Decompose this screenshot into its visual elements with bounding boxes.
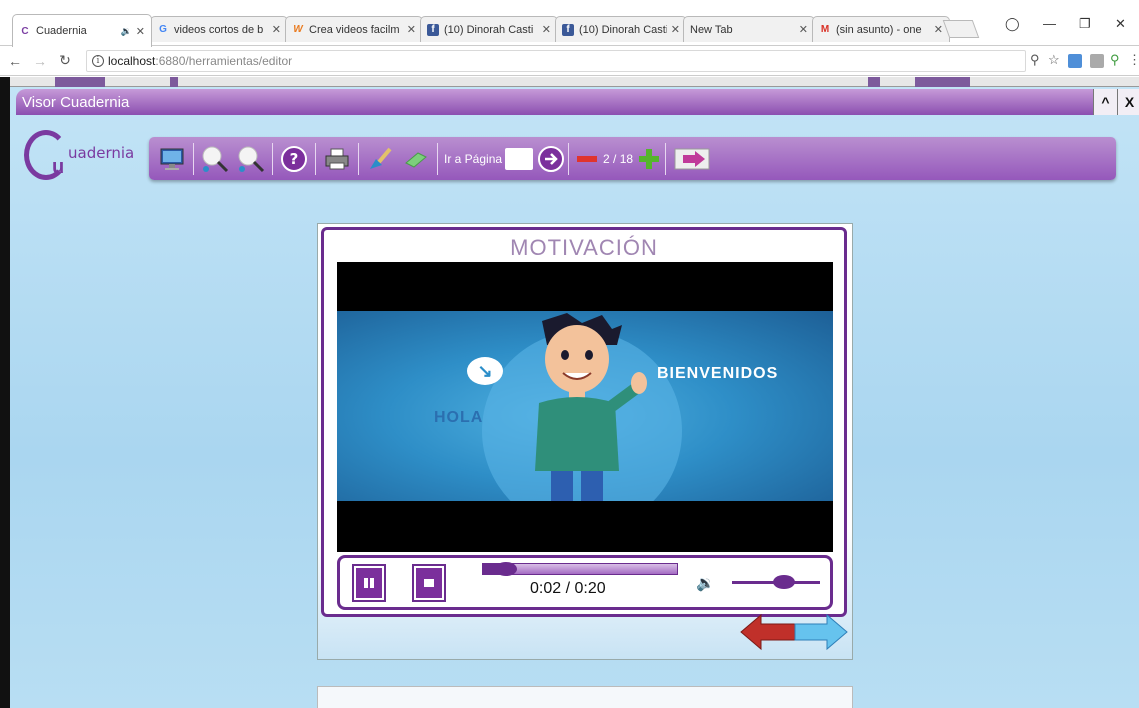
- video-text-hola: HOLA: [434, 409, 484, 426]
- print-icon[interactable]: [322, 144, 352, 174]
- time-display: 0:02 / 0:20: [530, 580, 606, 597]
- next-slide-page: [317, 686, 853, 708]
- collapse-icon[interactable]: ^: [1093, 89, 1117, 115]
- minimize-icon[interactable]: —: [1043, 16, 1056, 31]
- goto-page-input[interactable]: [505, 147, 534, 170]
- volume-icon[interactable]: 🔉: [696, 574, 715, 592]
- slide-nav-arrows: [740, 613, 848, 651]
- browser-tab[interactable]: W Crea videos facilm ✕: [285, 16, 423, 42]
- background-editor-strip: [10, 77, 1139, 87]
- tab-close-icon[interactable]: ✕: [136, 25, 145, 38]
- slide-page: MOTIVACIÓN ↘ HOLA BIENVENIDOS 0:02 / 0:2…: [317, 223, 853, 660]
- url-path: :6880/herramientas/editor: [155, 54, 293, 68]
- previous-page-icon[interactable]: [575, 144, 599, 174]
- tab-close-icon[interactable]: ✕: [934, 23, 943, 36]
- back-arrow-icon[interactable]: [740, 613, 796, 651]
- slide-title: MOTIVACIÓN: [510, 235, 658, 260]
- browser-tab-strip: C Cuadernia 🔉 ✕ Gvideos cortos de b ✕ W Crea vi…: [0, 0, 1139, 47]
- stop-icon: [424, 579, 434, 587]
- video-area[interactable]: ↘ HOLA BIENVENIDOS: [337, 262, 833, 552]
- zoom-out-icon[interactable]: [236, 144, 266, 174]
- volume-handle[interactable]: [772, 575, 795, 589]
- volume-slider[interactable]: [732, 575, 820, 589]
- tab-label: Cuadernia: [36, 25, 87, 37]
- tab-label: videos cortos de b: [174, 23, 264, 36]
- fullscreen-monitor-icon[interactable]: [157, 144, 187, 174]
- progress-bar[interactable]: [482, 562, 678, 576]
- audio-icon[interactable]: 🔉: [121, 26, 132, 37]
- wideo-icon: W: [293, 24, 303, 35]
- stop-button[interactable]: [412, 564, 446, 602]
- browser-tab[interactable]: f (10) Dinorah Casti ✕: [555, 16, 687, 42]
- tab-label: New Tab: [690, 23, 733, 36]
- slide-frame: MOTIVACIÓN ↘ HOLA BIENVENIDOS 0:02 / 0:2…: [321, 227, 847, 617]
- url-host: localhost: [108, 54, 156, 68]
- facebook-icon: f: [427, 23, 439, 36]
- page-content: Visor Cuadernia ^ X u uadernia ? Ir a Pá…: [0, 77, 1139, 708]
- pause-button[interactable]: [352, 564, 386, 602]
- cartoon-character: [535, 313, 647, 501]
- forward-arrow-icon[interactable]: [794, 613, 848, 651]
- cuadernia-logo: u uadernia: [24, 130, 154, 182]
- video-controls: 0:02 / 0:20 🔉: [337, 555, 833, 610]
- tab-close-icon[interactable]: ✕: [407, 23, 416, 36]
- arrow-bubble-icon: ↘: [467, 357, 503, 385]
- extension-icon[interactable]: ⚲: [1110, 52, 1120, 68]
- extension-icon[interactable]: [1090, 54, 1104, 68]
- new-tab-button[interactable]: [942, 20, 980, 38]
- bookmark-star-icon[interactable]: ☆: [1048, 52, 1060, 68]
- paint-brush-icon[interactable]: [365, 144, 395, 174]
- video-frame: ↘ HOLA BIENVENIDOS: [337, 311, 833, 501]
- back-icon[interactable]: ←: [5, 53, 25, 69]
- reload-icon[interactable]: ↻: [55, 52, 75, 69]
- visor-title: Visor Cuadernia: [22, 93, 130, 111]
- tab-close-icon[interactable]: ✕: [799, 23, 808, 36]
- eraser-icon[interactable]: [401, 144, 431, 174]
- browser-tab[interactable]: M (sin asunto) - one ✕: [812, 16, 950, 42]
- gmail-icon: M: [820, 24, 830, 35]
- info-icon[interactable]: i: [92, 55, 104, 67]
- visor-toolbar: ? Ir a Página 2 / 18: [149, 137, 1116, 180]
- profile-icon[interactable]: ◯: [1005, 16, 1020, 32]
- tab-label: (10) Dinorah Casti: [579, 23, 667, 36]
- tab-close-icon[interactable]: ✕: [272, 23, 281, 36]
- tab-label: Crea videos facilm: [309, 23, 400, 36]
- forward-icon[interactable]: →: [30, 53, 50, 69]
- page-indicator: 2 / 18: [603, 151, 634, 166]
- next-page-icon[interactable]: [637, 144, 661, 174]
- zoom-icon[interactable]: ⚲: [1030, 52, 1040, 68]
- pause-icon: [364, 578, 374, 588]
- browser-tab[interactable]: f (10) Dinorah Casti ✕: [420, 16, 558, 42]
- facebook-icon: f: [562, 23, 574, 36]
- visor-title-bar: Visor Cuadernia ^ X: [16, 89, 1139, 115]
- svg-text:?: ?: [290, 150, 299, 168]
- tab-label: (sin asunto) - one: [836, 23, 922, 36]
- help-icon[interactable]: ?: [279, 144, 309, 174]
- exit-arrow-icon[interactable]: [672, 144, 712, 174]
- tab-label: (10) Dinorah Casti: [444, 23, 534, 36]
- goto-page-label: Ir a Página: [444, 151, 503, 166]
- browser-toolbar: ← → ↻ i localhost:6880/herramientas/edit…: [0, 46, 1139, 76]
- menu-icon[interactable]: ⋮: [1128, 52, 1139, 68]
- browser-tab[interactable]: Gvideos cortos de b ✕: [150, 16, 288, 42]
- google-icon: G: [159, 24, 167, 35]
- zoom-in-icon[interactable]: [200, 144, 230, 174]
- cuadernia-icon: C: [21, 25, 29, 37]
- address-bar[interactable]: i localhost:6880/herramientas/editor: [86, 50, 1026, 72]
- goto-arrow-icon[interactable]: [536, 144, 566, 174]
- progress-handle[interactable]: [494, 562, 517, 576]
- browser-tab[interactable]: New Tab ✕: [683, 16, 815, 42]
- tab-close-icon[interactable]: ✕: [671, 23, 680, 36]
- browser-tab[interactable]: C Cuadernia 🔉 ✕: [12, 14, 152, 47]
- close-visor-icon[interactable]: X: [1117, 89, 1139, 115]
- restore-icon[interactable]: ❐: [1079, 16, 1091, 32]
- extension-icon[interactable]: [1068, 54, 1082, 68]
- close-window-icon[interactable]: ✕: [1115, 16, 1126, 32]
- tab-close-icon[interactable]: ✕: [542, 23, 551, 36]
- video-text-bienvenidos: BIENVENIDOS: [657, 365, 779, 382]
